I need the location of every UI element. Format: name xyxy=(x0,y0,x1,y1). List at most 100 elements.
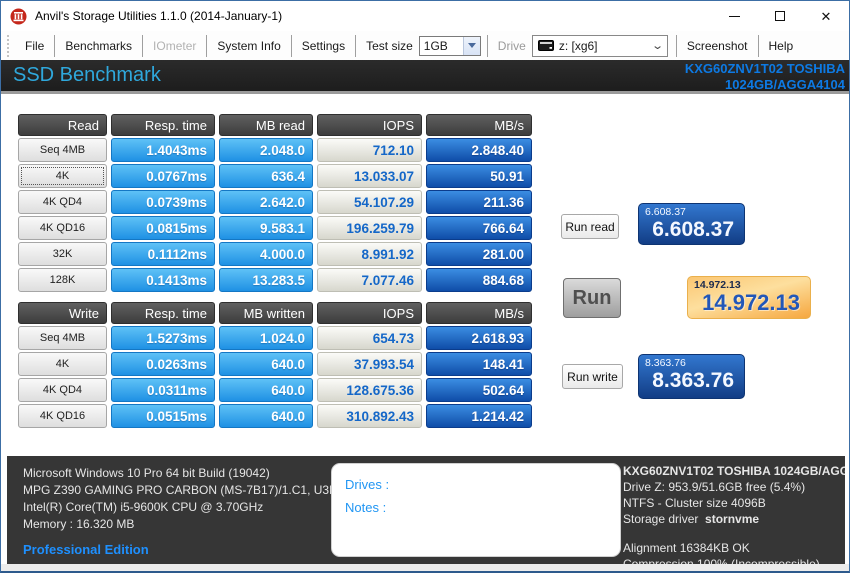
test-size-button[interactable]: 4K QD16 xyxy=(18,404,107,428)
resp-time-cell: 1.5273ms xyxy=(111,326,215,350)
mb-cell: 640.0 xyxy=(219,378,313,402)
test-size-dropdown-button[interactable] xyxy=(462,36,480,55)
os-line: Microsoft Windows 10 Pro 64 bit Build (1… xyxy=(23,466,270,480)
mbs-cell: 502.64 xyxy=(426,378,532,402)
chevron-down-icon xyxy=(467,43,476,48)
write-score-box: 8.363.76 8.363.76 xyxy=(638,354,745,399)
resp-time-cell: 1.4043ms xyxy=(111,138,215,162)
col-header-resp-time: Resp. time xyxy=(111,302,215,324)
chevron-down-icon: ⌄ xyxy=(650,40,664,52)
mbs-cell: 148.41 xyxy=(426,352,532,376)
storage-driver-value: stornvme xyxy=(705,512,760,526)
mb-cell: 640.0 xyxy=(219,352,313,376)
col-header-mbs: MB/s xyxy=(426,302,532,324)
resp-time-cell: 0.0767ms xyxy=(111,164,215,188)
resp-time-cell: 0.0815ms xyxy=(111,216,215,240)
footer-panel: Microsoft Windows 10 Pro 64 bit Build (1… xyxy=(7,456,845,564)
app-window: Anvil's Storage Utilities 1.1.0 (2014-Ja… xyxy=(0,0,850,573)
mbs-cell: 766.64 xyxy=(426,216,532,240)
write-results-table: Write Resp. time MB written IOPS MB/s Se… xyxy=(18,302,532,428)
test-size-button[interactable]: 4K QD4 xyxy=(18,378,107,402)
test-size-button[interactable]: 4K xyxy=(18,352,107,376)
test-size-button[interactable]: 4K xyxy=(18,164,107,188)
run-button[interactable]: Run xyxy=(563,278,621,318)
run-read-button[interactable]: Run read xyxy=(561,214,619,239)
menu-screenshot[interactable]: Screenshot xyxy=(677,35,758,57)
mb-cell: 9.583.1 xyxy=(219,216,313,240)
read-score-box: 6.608.37 6.608.37 xyxy=(638,203,745,245)
drives-notes-field[interactable]: Drives : Notes : xyxy=(331,463,621,557)
drive-label: Drive xyxy=(497,38,526,53)
drive-free-line: Drive Z: 953.9/51.6GB free (5.4%) xyxy=(623,480,806,494)
iops-cell: 196.259.79 xyxy=(317,216,422,240)
test-size-button[interactable]: 4K QD4 xyxy=(18,190,107,214)
edition-label: Professional Edition xyxy=(23,542,149,557)
storage-driver-line: Storage driver stornvme xyxy=(623,511,845,527)
menu-benchmarks[interactable]: Benchmarks xyxy=(55,35,142,57)
total-score-box: 14.972.13 14.972.13 xyxy=(687,276,811,319)
window-title: Anvil's Storage Utilities 1.1.0 (2014-Ja… xyxy=(35,9,283,23)
iops-cell: 7.077.46 xyxy=(317,268,422,292)
menu-help[interactable]: Help xyxy=(759,35,804,57)
page-title: SSD Benchmark xyxy=(13,64,161,86)
device-model: KXG60ZNV1T02 TOSHIBA xyxy=(684,61,845,76)
mb-cell: 2.048.0 xyxy=(219,138,313,162)
mbs-cell: 50.91 xyxy=(426,164,532,188)
alignment-line: Alignment 16384KB OK xyxy=(623,541,750,555)
toolbar-grip-icon xyxy=(7,34,10,57)
drive-value: z: [xg6] xyxy=(558,38,598,53)
col-header-read: Read xyxy=(18,114,107,136)
resp-time-cell: 0.0515ms xyxy=(111,404,215,428)
test-size-select[interactable]: 1GB xyxy=(418,35,481,56)
iops-cell: 8.991.92 xyxy=(317,242,422,266)
page-header: SSD Benchmark KXG60ZNV1T02 TOSHIBA 1024G… xyxy=(1,60,849,94)
col-header-resp-time: Resp. time xyxy=(111,114,215,136)
run-write-button[interactable]: Run write xyxy=(562,364,623,389)
memory-line: Memory : 16.320 MB xyxy=(23,517,135,531)
col-header-mb-written: MB written xyxy=(219,302,313,324)
test-size-button[interactable]: 128K xyxy=(18,268,107,292)
compression-line: Compression 100% (Incompressible) xyxy=(623,557,820,564)
minimize-button[interactable] xyxy=(711,1,757,31)
title-bar: Anvil's Storage Utilities 1.1.0 (2014-Ja… xyxy=(1,1,849,31)
notes-label: Notes : xyxy=(345,500,387,515)
menu-settings[interactable]: Settings xyxy=(292,35,355,57)
read-score-label: 6.608.37 xyxy=(645,206,686,218)
device-name: KXG60ZNV1T02 TOSHIBA 1024GB/AGGA4104 xyxy=(685,61,845,93)
iops-cell: 13.033.07 xyxy=(317,164,422,188)
mb-cell: 640.0 xyxy=(219,404,313,428)
mb-cell: 13.283.5 xyxy=(219,268,313,292)
iops-cell: 712.10 xyxy=(317,138,422,162)
total-score-value: 14.972.13 xyxy=(702,290,800,315)
mbs-cell: 1.214.42 xyxy=(426,404,532,428)
drive-info-title: KXG60ZNV1T02 TOSHIBA 1024GB/AGGA4104 xyxy=(623,464,845,478)
mb-cell: 2.642.0 xyxy=(219,190,313,214)
menu-file[interactable]: File xyxy=(15,35,54,57)
drive-select[interactable]: z: [xg6] ⌄ xyxy=(531,34,668,57)
write-score-label: 8.363.76 xyxy=(645,357,686,369)
test-size-button[interactable]: Seq 4MB xyxy=(18,138,107,162)
test-size-button[interactable]: Seq 4MB xyxy=(18,326,107,350)
resp-time-cell: 0.0311ms xyxy=(111,378,215,402)
test-size-button[interactable]: 4K QD16 xyxy=(18,216,107,240)
mbs-cell: 884.68 xyxy=(426,268,532,292)
app-icon xyxy=(10,8,27,24)
drive-icon xyxy=(537,40,554,51)
menu-bar: File Benchmarks IOmeter System Info Sett… xyxy=(1,31,849,60)
drives-label: Drives : xyxy=(345,477,390,492)
write-score-value: 8.363.76 xyxy=(652,369,734,392)
filesystem-line: NTFS - Cluster size 4096B xyxy=(623,496,766,510)
mb-cell: 4.000.0 xyxy=(219,242,313,266)
resp-time-cell: 0.1112ms xyxy=(111,242,215,266)
read-results-table: Read Resp. time MB read IOPS MB/s Seq 4M… xyxy=(18,114,532,292)
close-button[interactable]: ✕ xyxy=(803,1,849,31)
read-score-value: 6.608.37 xyxy=(652,218,734,241)
close-icon: ✕ xyxy=(820,8,832,24)
iops-cell: 128.675.36 xyxy=(317,378,422,402)
test-size-button[interactable]: 32K xyxy=(18,242,107,266)
maximize-button[interactable] xyxy=(757,1,803,31)
iops-cell: 654.73 xyxy=(317,326,422,350)
storage-driver-label: Storage driver xyxy=(623,512,699,526)
window-bottom-strip xyxy=(1,564,849,571)
menu-system-info[interactable]: System Info xyxy=(207,35,290,57)
